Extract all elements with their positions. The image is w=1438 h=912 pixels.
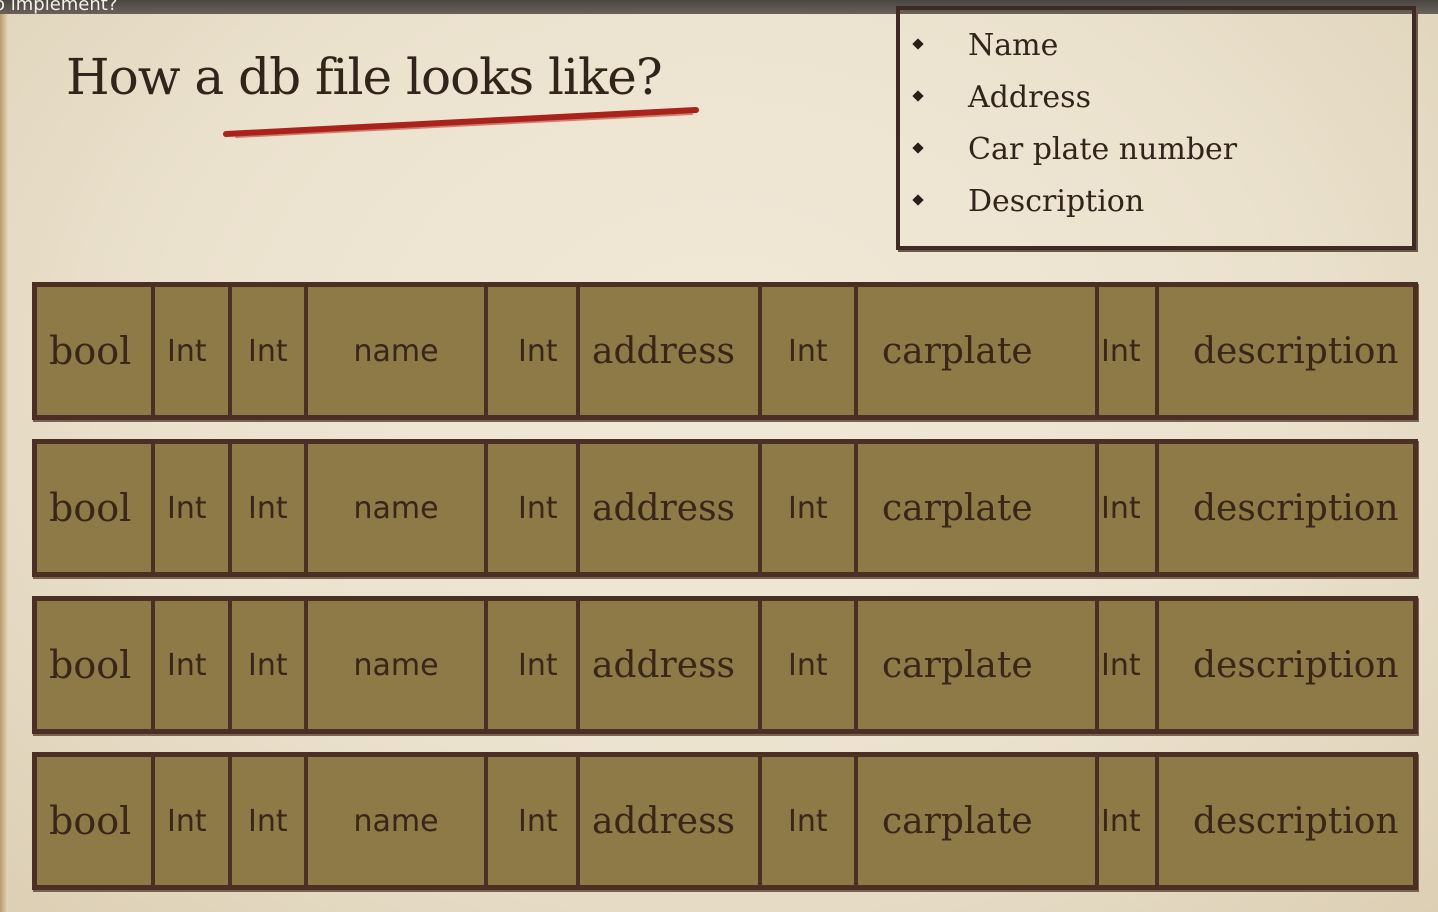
cell-carplate: carplate — [858, 444, 1099, 572]
field-label: Description — [968, 184, 1145, 219]
cell-address: address — [580, 287, 762, 415]
cell-description: description — [1193, 330, 1399, 372]
field-label: Car plate number — [968, 132, 1238, 167]
cell-int: Int — [155, 287, 232, 415]
cell-address: address — [580, 601, 762, 729]
cell-int: Int — [1099, 444, 1159, 572]
cell-bool: bool — [37, 444, 155, 572]
field-item-car-plate-number: Car plate number — [912, 128, 1412, 180]
cell-int: Int — [232, 757, 308, 885]
cell-address: address — [580, 757, 762, 885]
record-row: bool Int Int name Int address Int carpla… — [32, 752, 1418, 890]
paper-edge — [0, 14, 8, 912]
cell-int: Int — [488, 601, 580, 729]
cell-carplate: carplate — [858, 287, 1099, 415]
title-underline — [223, 107, 699, 138]
cell-description: description — [1193, 644, 1399, 686]
cell-name: name — [308, 601, 488, 729]
cell-int: Int — [232, 287, 308, 415]
field-item-name: Name — [912, 24, 1412, 76]
field-label: Address — [968, 80, 1091, 115]
field-label: Name — [968, 28, 1059, 63]
cell-address: address — [580, 444, 762, 572]
cell-int: Int — [762, 757, 858, 885]
cell-int: Int — [232, 444, 308, 572]
cell-description: description — [1193, 800, 1399, 842]
cell-carplate: carplate — [858, 757, 1099, 885]
cell-name: name — [308, 757, 488, 885]
bullet-icon — [912, 38, 924, 50]
field-item-description: Description — [912, 180, 1412, 232]
cell-int: Int — [488, 444, 580, 572]
cell-int: Int — [232, 601, 308, 729]
cell-int: Int — [488, 287, 580, 415]
cell-int: Int — [1099, 287, 1159, 415]
cell-int: Int — [155, 601, 232, 729]
cell-int: Int — [762, 444, 858, 572]
slide-title: How a db file looks like? — [66, 48, 663, 106]
cell-int: Int — [155, 444, 232, 572]
cell-bool: bool — [37, 287, 155, 415]
cell-bool: bool — [37, 757, 155, 885]
cell-int: Int — [1099, 757, 1159, 885]
cell-int: Int — [762, 601, 858, 729]
cell-name: name — [308, 287, 488, 415]
bullet-icon — [912, 194, 924, 206]
field-list-box: Name Address Car plate number Descriptio… — [896, 6, 1416, 250]
slide-page: o implement? How a db file looks like? N… — [0, 0, 1438, 912]
cell-description: description — [1193, 487, 1399, 529]
record-row: bool Int Int name Int address Int carpla… — [32, 282, 1418, 420]
cell-int: Int — [762, 287, 858, 415]
cell-bool: bool — [37, 601, 155, 729]
record-row: bool Int Int name Int address Int carpla… — [32, 596, 1418, 734]
cell-int: Int — [488, 757, 580, 885]
cell-carplate: carplate — [858, 601, 1099, 729]
cell-name: name — [308, 444, 488, 572]
field-item-address: Address — [912, 76, 1412, 128]
record-row: bool Int Int name Int address Int carpla… — [32, 439, 1418, 577]
cell-int: Int — [1099, 601, 1159, 729]
field-list: Name Address Car plate number Descriptio… — [900, 10, 1412, 232]
caption-text: o implement? — [0, 0, 118, 15]
cell-int: Int — [155, 757, 232, 885]
bullet-icon — [912, 90, 924, 102]
bullet-icon — [912, 142, 924, 154]
